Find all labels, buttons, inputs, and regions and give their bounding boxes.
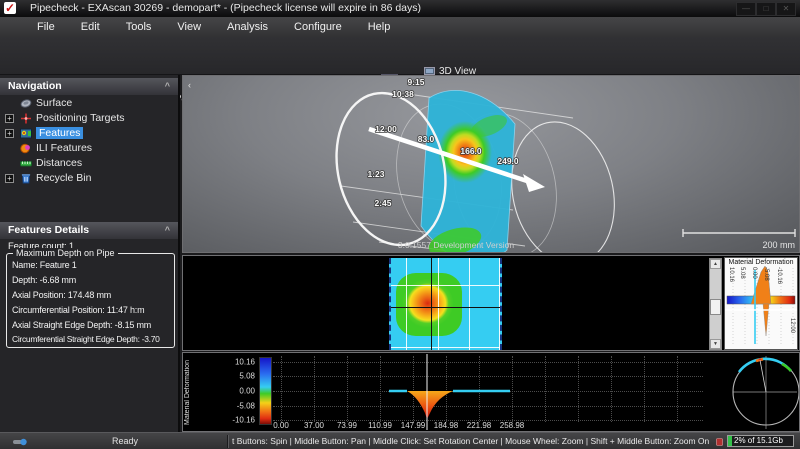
menu-help[interactable]: Help (355, 17, 404, 37)
maximize-button[interactable]: □ (756, 2, 776, 16)
app-logo-icon (4, 2, 16, 14)
collapse-chevron-icon[interactable]: ^ (165, 78, 170, 95)
expander-icon[interactable]: + (5, 174, 14, 183)
mouse-help-text: t Buttons: Spin | Middle Button: Pan | M… (232, 433, 710, 449)
crosshair-horizontal (391, 307, 502, 308)
toolbar: New Session Open Session Save Session Im… (0, 37, 800, 75)
menu-analysis[interactable]: Analysis (214, 17, 281, 37)
legend-clock-label: 12:00 (789, 318, 795, 334)
ili-features-icon (20, 143, 32, 154)
sidebar: Navigation ^ Surface + Positioning Targe… (0, 75, 180, 432)
profile-plot (183, 353, 799, 431)
feature-axial-se-depth: Axial Straight Edge Depth: -8.15 mm (12, 320, 151, 330)
axial-label: 83.0 (418, 134, 435, 144)
memory-progress-bar: 2% of 15.1Gb (727, 435, 794, 447)
feature-circ-se-depth: Circumferential Straight Edge Depth: -3.… (12, 334, 160, 344)
feature-depth: Depth: -6.68 mm (12, 275, 76, 285)
positioning-targets-icon (20, 113, 32, 124)
distances-icon (20, 158, 32, 169)
legend-tick: -5.08 (763, 267, 769, 281)
progress-fill (728, 436, 732, 446)
vertical-scrollbar[interactable]: ▲ ▼ (709, 258, 722, 350)
clock-label: 10:38 (392, 89, 414, 99)
features-icon (20, 128, 32, 139)
scroll-down-icon[interactable]: ▼ (710, 339, 721, 349)
deformation-heatmap[interactable] (389, 258, 502, 350)
tree-item-recycle-bin[interactable]: + Recycle Bin (0, 171, 178, 185)
scale-label: 200 mm (762, 240, 795, 250)
scale-bar (683, 229, 795, 237)
expander-icon[interactable]: + (5, 114, 14, 123)
scrollbar-thumb[interactable] (710, 299, 721, 315)
menu-file[interactable]: File (24, 17, 68, 37)
status-ready: Ready (112, 433, 138, 449)
feature-axial-position: Axial Position: 174.48 mm (12, 290, 111, 300)
scroll-up-icon[interactable]: ▲ (710, 259, 721, 269)
memory-icon (716, 438, 723, 446)
deformation-legend-panel: 12:00 Material Deformation 10.16 5.08 0.… (724, 257, 798, 350)
features-details-header[interactable]: Features Details ^ (0, 222, 178, 239)
legend-tick: 0.00 (751, 267, 757, 279)
tree-item-surface[interactable]: Surface (0, 96, 178, 110)
selected-tree-label: Features (36, 127, 83, 139)
clock-label: 2:45 (374, 198, 391, 208)
panel-collapse-arrow[interactable]: ‹ (188, 80, 191, 90)
app-window: Pipecheck - EXAscan 30269 - demopart* - … (0, 0, 800, 449)
status-icon (13, 437, 27, 447)
tree-item-distances[interactable]: Distances (0, 156, 178, 170)
menu-edit[interactable]: Edit (68, 17, 113, 37)
collapse-chevron-icon[interactable]: ^ (165, 222, 170, 239)
cross-section-indicator (733, 356, 799, 429)
viewport-3d[interactable]: 9:15 10:38 12:00 1:23 2:45 83.0 166.0 24… (182, 75, 800, 253)
minimize-button[interactable]: — (736, 2, 756, 16)
clock-label: 1:23 (367, 169, 384, 179)
feature-name: Name: Feature 1 (12, 260, 77, 270)
status-bar: Ready t Buttons: Spin | Middle Button: P… (0, 432, 800, 449)
legend-title: Material Deformation (725, 259, 797, 266)
heatmap-panel[interactable]: ▲ ▼ (182, 255, 800, 351)
menu-view[interactable]: View (164, 17, 214, 37)
clock-label: 9:15 (407, 77, 424, 87)
menu-tools[interactable]: Tools (113, 17, 165, 37)
dent-profile (407, 391, 453, 419)
clock-label: 12:00 (375, 124, 397, 134)
axial-label: 166.0 (460, 146, 482, 156)
recycle-bin-icon (20, 173, 32, 184)
legend-tick: 5.08 (739, 267, 745, 279)
tree-item-features[interactable]: + Features (0, 126, 178, 140)
groupbox-title: Maximum Depth on Pipe (13, 248, 118, 258)
pipe-3d-render: 9:15 10:38 12:00 1:23 2:45 83.0 166.0 24… (183, 76, 799, 252)
crosshair-vertical (431, 258, 432, 350)
navigation-header[interactable]: Navigation ^ (0, 78, 178, 95)
expander-icon[interactable]: + (5, 129, 14, 138)
menu-configure[interactable]: Configure (281, 17, 355, 37)
window-title: Pipecheck - EXAscan 30269 - demopart* - … (30, 0, 421, 17)
close-button[interactable]: ✕ (776, 2, 796, 16)
tree-item-positioning-targets[interactable]: + Positioning Targets (0, 111, 178, 125)
legend-graphic: 12:00 (725, 258, 797, 349)
axial-label: 249.0 (497, 156, 519, 166)
profile-chart-panel[interactable]: Material Deformation 10.16 5.08 0.00 -5.… (182, 352, 800, 432)
legend-tick: 10.16 (728, 267, 734, 282)
memory-usage-text: 2% of 15.1Gb (734, 436, 783, 446)
title-bar: Pipecheck - EXAscan 30269 - demopart* - … (0, 0, 800, 17)
tree-item-ili-features[interactable]: ILI Features (0, 141, 178, 155)
surface-icon (20, 98, 32, 109)
feature-circ-position: Circumferential Position: 11:47 h:m (12, 305, 144, 315)
legend-tick: -10.16 (776, 267, 782, 284)
menu-bar: File Edit Tools View Analysis Configure … (0, 17, 800, 37)
version-text: 3.0.1557 Development Version (398, 240, 515, 250)
